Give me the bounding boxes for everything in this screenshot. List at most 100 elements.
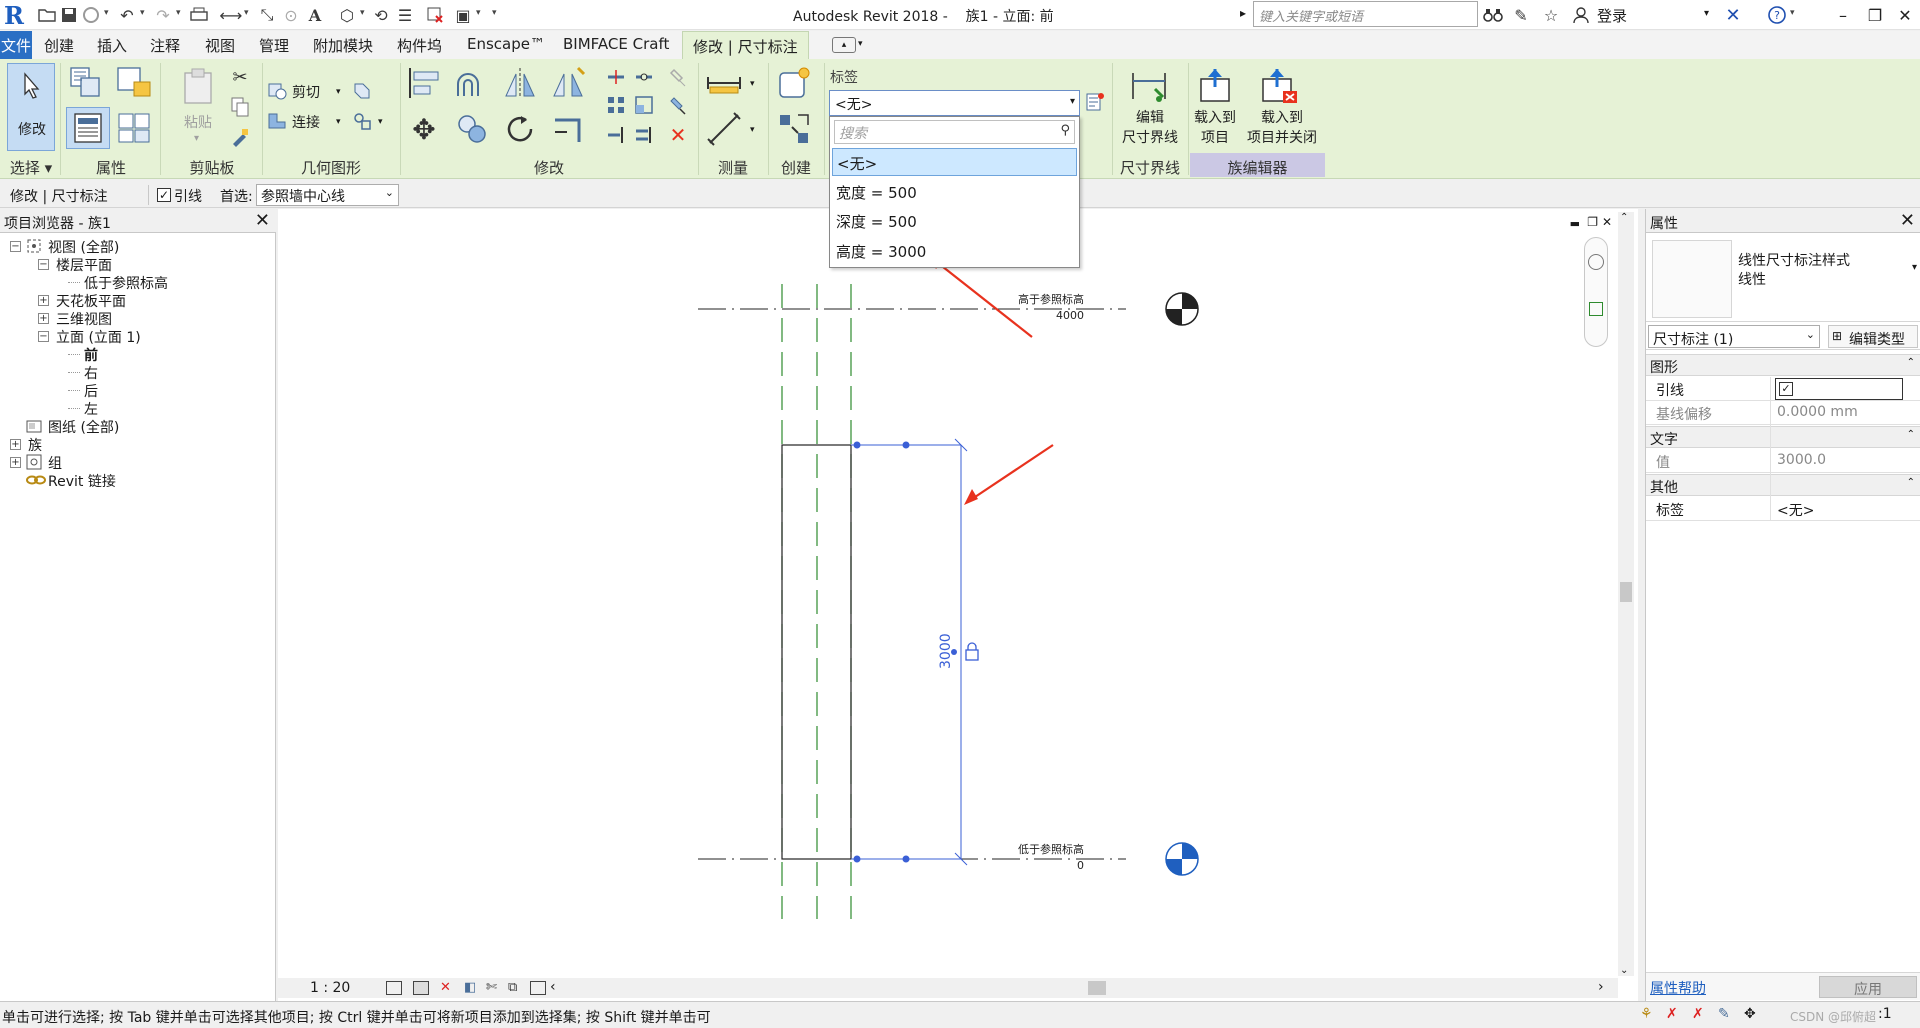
tree-toggle-ceiling-plans[interactable]: + bbox=[38, 295, 49, 306]
tab-create[interactable]: 创建 bbox=[44, 35, 74, 56]
communication-center-icon[interactable]: ✎ bbox=[1510, 4, 1532, 26]
create-similar-icon[interactable] bbox=[774, 63, 814, 103]
crop-view-icon[interactable]: ✄ bbox=[486, 980, 497, 995]
open-icon[interactable] bbox=[36, 4, 58, 26]
type-selector[interactable]: 线性尺寸标注样式 线性 ▾ bbox=[1646, 236, 1920, 322]
label-search-input[interactable]: 搜索 ⚲ bbox=[834, 120, 1075, 144]
load-into-project-label-1[interactable]: 载入到 bbox=[1186, 108, 1244, 128]
text-icon[interactable]: A bbox=[304, 4, 326, 26]
tab-manage[interactable]: 管理 bbox=[259, 35, 289, 56]
tree-toggle-elevations[interactable]: − bbox=[38, 331, 49, 342]
load-into-project-icon[interactable] bbox=[1192, 65, 1238, 107]
tree-item-families[interactable]: 族 bbox=[28, 435, 42, 455]
join-geometry-dropdown-icon[interactable]: ▾ bbox=[336, 117, 341, 127]
filter-count[interactable]: :1 bbox=[1878, 1006, 1892, 1022]
split-face-dropdown-icon[interactable]: ▾ bbox=[378, 117, 383, 127]
ribbon-minimize-dropdown-icon[interactable]: ▾ bbox=[858, 39, 863, 49]
instance-selector[interactable]: 尺寸标注 (1) ⌄ bbox=[1648, 325, 1820, 348]
tree-toggle-views-all[interactable]: − bbox=[10, 241, 21, 252]
exchange-apps-icon[interactable]: ✕ bbox=[1722, 4, 1744, 26]
scroll-down-icon[interactable]: ⌄ bbox=[1620, 965, 1628, 976]
offset-icon[interactable] bbox=[452, 63, 492, 103]
family-category-icon[interactable] bbox=[114, 107, 154, 149]
tab-insert[interactable]: 插入 bbox=[97, 35, 127, 56]
apply-button[interactable]: 应用 bbox=[1819, 976, 1917, 998]
tree-item-3d-views[interactable]: 三维视图 bbox=[56, 309, 112, 329]
split-face-icon[interactable] bbox=[350, 109, 374, 133]
save-icon[interactable] bbox=[58, 4, 80, 26]
login-dropdown-icon[interactable]: ▾ bbox=[1704, 8, 1709, 19]
tree-toggle-3d-views[interactable]: + bbox=[38, 313, 49, 324]
paste-dropdown-icon[interactable]: ▾ bbox=[194, 133, 199, 144]
view-minimize-icon[interactable]: ▬ bbox=[1570, 217, 1580, 230]
cut-geometry-dropdown-icon[interactable]: ▾ bbox=[336, 87, 341, 97]
undo-icon[interactable]: ↶ bbox=[116, 4, 138, 26]
join-geometry-label[interactable]: 连接 bbox=[292, 113, 320, 133]
cut-clipboard-icon[interactable]: ✂ bbox=[228, 65, 252, 89]
tree-item-views-all[interactable]: 视图 (全部) bbox=[48, 237, 119, 257]
join-geometry-icon[interactable] bbox=[266, 111, 288, 131]
help-dropdown-icon[interactable]: ▾ bbox=[1790, 8, 1795, 18]
trim-extend-multiple-icon[interactable] bbox=[632, 123, 656, 147]
properties-help-link[interactable]: 属性帮助 bbox=[1650, 978, 1706, 998]
trim-extend-single-icon[interactable] bbox=[604, 123, 628, 147]
tab-bimface-craft[interactable]: BIMFACE Craft bbox=[563, 35, 669, 53]
aligned-dimension-tool-icon[interactable] bbox=[704, 109, 744, 149]
horizontal-scroll-thumb[interactable] bbox=[1088, 981, 1106, 995]
array-icon[interactable] bbox=[604, 93, 628, 117]
binoculars-icon[interactable] bbox=[1482, 4, 1504, 26]
switch-windows-icon[interactable]: ▣ bbox=[452, 4, 474, 26]
tab-enscape[interactable]: Enscape™ bbox=[467, 35, 545, 53]
type-properties-icon[interactable] bbox=[66, 63, 106, 103]
tree-item-below-reference-level[interactable]: 低于参照标高 bbox=[84, 273, 168, 293]
login-link[interactable]: 登录 bbox=[1597, 5, 1627, 26]
label-option[interactable]: 深度 = 500 bbox=[832, 207, 1077, 235]
close-icon[interactable]: ✕ bbox=[1900, 210, 1915, 231]
undo-dropdown-icon[interactable]: ▾ bbox=[140, 8, 145, 18]
sync-icon[interactable] bbox=[80, 4, 102, 26]
measure-icon[interactable]: ⟷ bbox=[220, 4, 243, 26]
align-icon[interactable] bbox=[404, 63, 444, 103]
leader-checkbox[interactable]: ✓ bbox=[157, 188, 171, 202]
select-underlay-icon[interactable]: ✗ bbox=[1666, 1006, 1678, 1022]
select-by-face-icon[interactable]: ✎ bbox=[1718, 1006, 1730, 1022]
copy-icon[interactable] bbox=[452, 109, 492, 149]
minimize-icon[interactable]: – bbox=[1830, 3, 1856, 27]
label-combo[interactable]: <无> ▾ bbox=[829, 90, 1080, 116]
switch-windows-dropdown-icon[interactable]: ▾ bbox=[476, 8, 481, 18]
close-icon[interactable]: ✕ bbox=[255, 210, 270, 231]
tree-toggle-families[interactable]: + bbox=[10, 439, 21, 450]
load-into-project-and-close-icon[interactable] bbox=[1256, 65, 1302, 107]
tree-item-elevations[interactable]: 立面 (立面 1) bbox=[56, 327, 141, 347]
visual-style-icon[interactable] bbox=[413, 981, 429, 995]
ribbon-minimize-icon[interactable]: ▴ bbox=[832, 37, 856, 53]
create-group-icon[interactable] bbox=[774, 109, 814, 149]
prefer-select[interactable]: 参照墙中心线 ⌄ bbox=[256, 184, 399, 206]
tab-addins[interactable]: 附加模块 bbox=[313, 35, 373, 56]
delete-icon[interactable]: ✕ bbox=[666, 123, 690, 147]
elevation-drawing[interactable]: 3000 高于参照标高 4000 低于参照标高 0 bbox=[278, 209, 1618, 979]
load-into-project-label-2[interactable]: 项目 bbox=[1186, 128, 1244, 148]
group-graphics[interactable]: 图形 ⌃ bbox=[1646, 354, 1920, 376]
redo-dropdown-icon[interactable]: ▾ bbox=[176, 8, 181, 18]
tab-file[interactable]: 文件 bbox=[0, 31, 32, 59]
leader-prop-checkbox[interactable]: ✓ bbox=[1779, 382, 1793, 396]
label-prop-value[interactable]: <无> bbox=[1777, 500, 1814, 520]
tree-toggle-floor-plans[interactable]: − bbox=[38, 259, 49, 270]
sync-dropdown-icon[interactable]: ▾ bbox=[104, 8, 109, 18]
dimension-dropdown-icon[interactable]: ▾ bbox=[750, 125, 755, 135]
temporary-hide-icon[interactable] bbox=[530, 981, 546, 995]
trim-extend-corner-icon[interactable] bbox=[548, 109, 588, 149]
view-scale[interactable]: 1 : 20 bbox=[310, 980, 350, 996]
close-icon[interactable]: ✕ bbox=[1892, 3, 1918, 27]
aligned-dimension-icon[interactable]: ⤡ bbox=[256, 4, 278, 26]
search-input[interactable]: 键入关键字或短语 bbox=[1253, 1, 1478, 27]
restore-icon[interactable]: ❐ bbox=[1862, 3, 1888, 27]
select-pinned-icon[interactable]: ✗ bbox=[1692, 1006, 1704, 1022]
edit-type-button[interactable]: ⊞ 编辑类型 bbox=[1828, 325, 1918, 348]
select-links-icon[interactable]: ⚘ bbox=[1640, 1006, 1653, 1022]
print-icon[interactable] bbox=[188, 4, 210, 26]
select-panel-title[interactable]: 选择 ▾ bbox=[6, 157, 56, 178]
edit-witness-lines-icon[interactable] bbox=[1126, 65, 1172, 107]
close-hidden-windows-icon[interactable] bbox=[424, 4, 446, 26]
